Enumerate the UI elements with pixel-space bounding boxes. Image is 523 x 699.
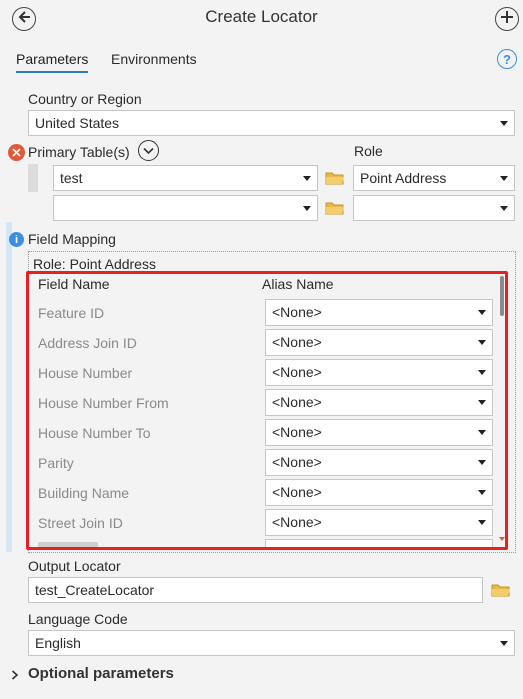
output-locator-value: test_CreateLocator <box>35 582 155 598</box>
chevron-down-icon <box>478 460 486 465</box>
chevron-down-icon <box>478 400 486 405</box>
primary-table-select-1[interactable]: test <box>53 165 318 191</box>
field-row-partial <box>38 540 118 550</box>
help-icon[interactable]: ? <box>497 49 517 69</box>
alias-select[interactable]: <None> <box>265 359 493 386</box>
scrollbar-thumb[interactable] <box>500 276 504 316</box>
alias-value: <None> <box>272 484 322 500</box>
alias-select[interactable]: <None> <box>265 389 493 416</box>
chevron-down-icon <box>478 310 486 315</box>
primary-table-select-2[interactable] <box>53 195 318 221</box>
language-code-label: Language Code <box>28 611 128 627</box>
section-indicator <box>6 222 12 552</box>
chevron-down-icon <box>478 490 486 495</box>
folder-icon[interactable] <box>325 200 345 216</box>
primary-tables-label: Primary Table(s) <box>28 144 130 160</box>
field-row-label: House Number <box>38 365 133 381</box>
row-handle[interactable] <box>28 164 38 192</box>
info-icon: i <box>9 232 24 247</box>
alias-value: <None> <box>272 424 322 440</box>
output-locator-input[interactable]: test_CreateLocator <box>28 577 483 603</box>
chevron-down-icon <box>478 340 486 345</box>
output-locator-label: Output Locator <box>28 558 121 574</box>
chevron-down-icon <box>500 206 508 211</box>
field-mapping-role: Role: Point Address <box>33 256 156 272</box>
alias-value: <None> <box>272 334 322 350</box>
country-label: Country or Region <box>28 91 142 107</box>
optional-parameters-label[interactable]: Optional parameters <box>28 665 174 682</box>
chevron-down-icon <box>143 142 154 160</box>
language-code-value: English <box>35 635 81 651</box>
chevron-down-icon <box>303 176 311 181</box>
field-mapping-label: Field Mapping <box>28 231 116 247</box>
chevron-down-icon <box>478 370 486 375</box>
expand-tables-button[interactable] <box>138 140 159 161</box>
alias-value: <None> <box>272 364 322 380</box>
field-row-label: Street Join ID <box>38 515 123 531</box>
alias-select[interactable]: <None> <box>265 479 493 506</box>
tool-title: Create Locator <box>205 7 318 26</box>
primary-table-value: test <box>60 170 83 186</box>
error-icon <box>8 144 25 161</box>
alias-select[interactable]: <None> <box>265 299 493 326</box>
tab-environments[interactable]: Environments <box>111 51 197 67</box>
role-value: Point Address <box>360 170 447 186</box>
chevron-right-icon <box>11 667 19 685</box>
alias-select[interactable]: <None> <box>265 419 493 446</box>
role-select-2[interactable] <box>353 195 515 221</box>
add-button[interactable] <box>495 7 519 31</box>
alias-select-partial[interactable] <box>265 539 493 550</box>
chevron-down-icon <box>500 176 508 181</box>
field-row-label: House Number To <box>38 425 151 441</box>
field-row-label: Parity <box>38 455 74 471</box>
optional-parameters-toggle[interactable] <box>11 667 19 685</box>
chevron-down-icon <box>500 121 508 126</box>
role-label: Role <box>354 143 383 159</box>
chevron-down-icon <box>303 206 311 211</box>
chevron-down-icon <box>478 430 486 435</box>
alias-value: <None> <box>272 454 322 470</box>
field-row-label: House Number From <box>38 395 169 411</box>
field-row-label: Feature ID <box>38 305 105 321</box>
alias-value: <None> <box>272 394 322 410</box>
chevron-down-icon <box>500 641 508 646</box>
alias-value: <None> <box>272 304 322 320</box>
alias-name-header: Alias Name <box>262 276 334 292</box>
country-value: United States <box>35 115 120 131</box>
scroll-down-icon[interactable] <box>499 537 505 541</box>
folder-icon[interactable] <box>491 582 511 598</box>
chevron-down-icon <box>478 520 486 525</box>
add-plus-icon <box>500 10 514 29</box>
folder-icon[interactable] <box>325 170 345 186</box>
role-select-1[interactable]: Point Address <box>353 165 515 191</box>
country-select[interactable]: United States <box>28 110 515 136</box>
alias-value: <None> <box>272 514 322 530</box>
alias-select[interactable]: <None> <box>265 509 493 536</box>
field-name-header: Field Name <box>38 276 110 292</box>
field-row-label: Building Name <box>38 485 130 501</box>
language-code-select[interactable]: English <box>28 630 515 656</box>
tab-parameters[interactable]: Parameters <box>16 51 89 73</box>
alias-select[interactable]: <None> <box>265 329 493 356</box>
alias-select[interactable]: <None> <box>265 449 493 476</box>
field-row-label: Address Join ID <box>38 335 137 351</box>
